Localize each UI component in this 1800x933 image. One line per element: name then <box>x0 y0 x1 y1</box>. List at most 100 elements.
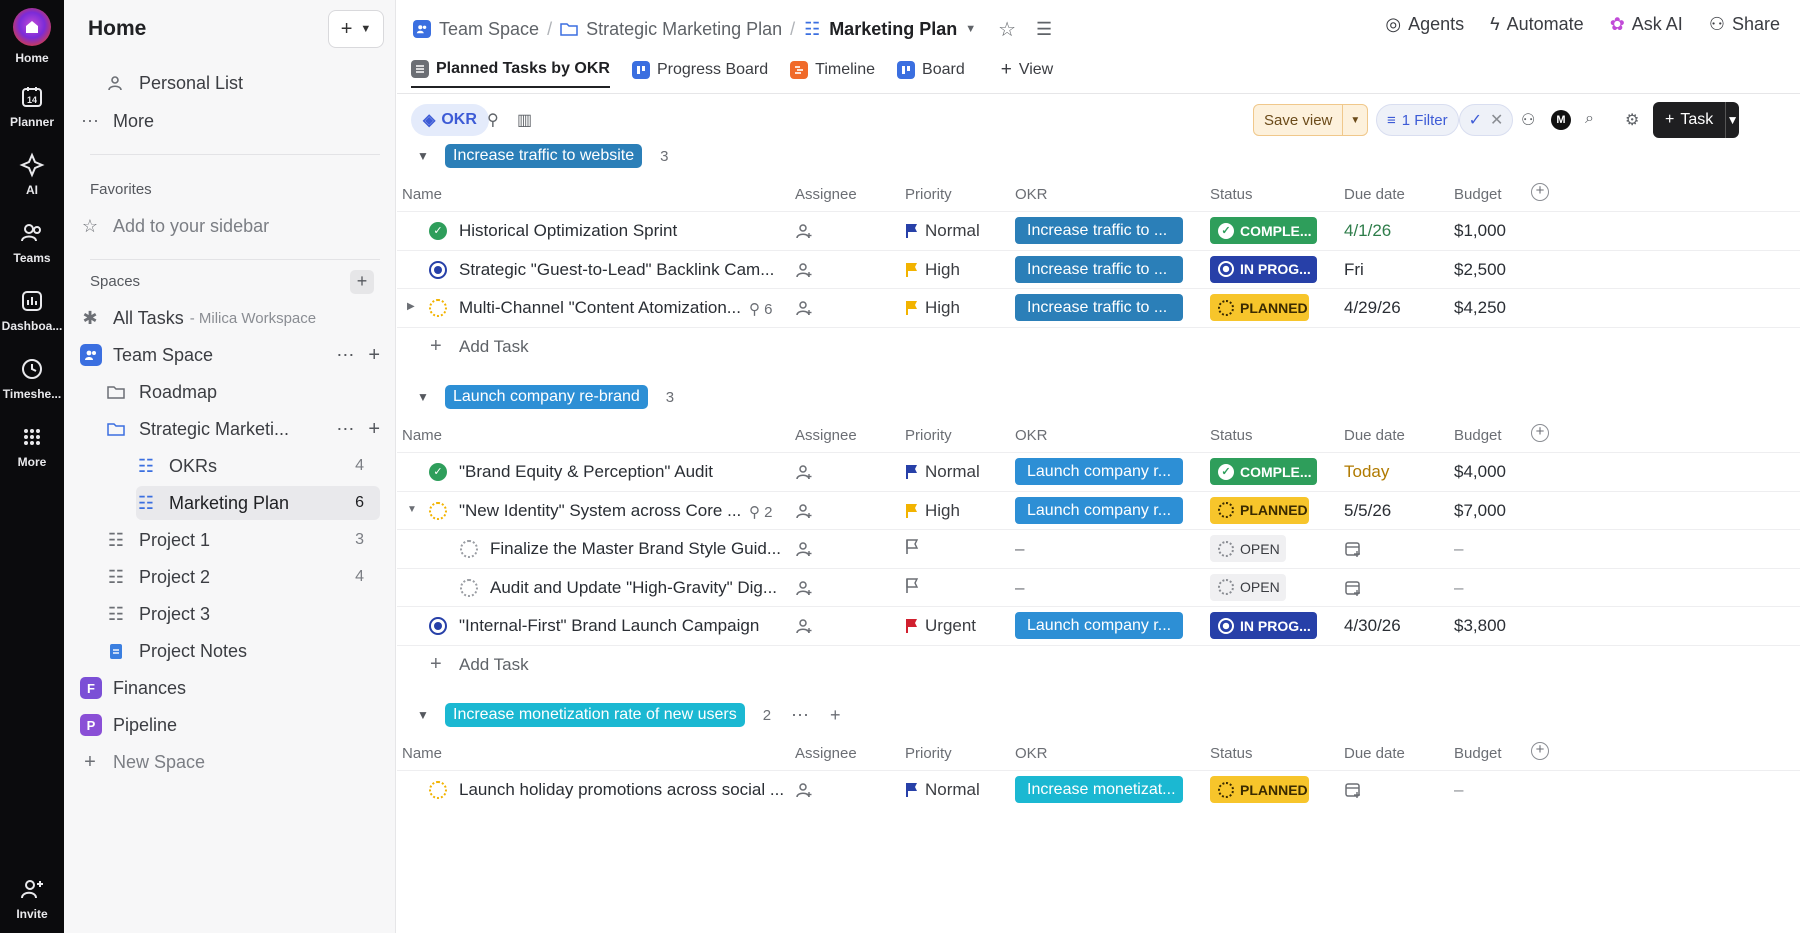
table-row[interactable]: ✓ "Brand Equity & Perception" Audit Normal… <box>397 452 1800 490</box>
task-name[interactable]: Finalize the Master Brand Style Guid... <box>490 539 781 559</box>
priority-cell[interactable]: High <box>905 298 960 318</box>
subtasks-icon[interactable]: ⚲ <box>487 110 499 130</box>
table-row[interactable]: ▼ "New Identity" System across Core ... ⚲ … <box>397 490 1800 529</box>
due-date[interactable]: Fri <box>1344 260 1364 280</box>
sidebar-item-more[interactable]: ⋯ More <box>80 104 380 138</box>
task-name[interactable]: Audit and Update "High-Gravity" Dig... <box>490 578 777 598</box>
chevron-down-icon[interactable]: ▼ <box>1726 113 1739 127</box>
status-circle-icon[interactable] <box>429 617 447 635</box>
share-button[interactable]: ⚇ Share <box>1709 14 1780 35</box>
add-to-sidebar[interactable]: ☆ Add to your sidebar <box>80 209 380 243</box>
due-date[interactable] <box>1344 540 1362 563</box>
calendar-add-icon[interactable] <box>1344 781 1362 799</box>
budget-value[interactable]: – <box>1454 780 1463 800</box>
rail-invite[interactable]: Invite <box>0 876 64 921</box>
due-date[interactable] <box>1344 781 1362 804</box>
status-circle-icon[interactable] <box>460 578 478 597</box>
table-row[interactable]: ▶ Multi-Channel "Content Atomization... ⚲ … <box>397 288 1800 326</box>
column-assignee[interactable]: Assignee <box>795 186 857 203</box>
assignee-add-icon[interactable] <box>795 299 813 322</box>
column-status[interactable]: Status <box>1210 427 1253 444</box>
filter-button[interactable]: ≡ 1 Filter <box>1376 104 1459 136</box>
budget-value[interactable]: $7,000 <box>1454 501 1506 521</box>
assignee-add-icon[interactable] <box>795 781 813 804</box>
sidebar-item-new-space[interactable]: + New Space <box>80 745 380 779</box>
column-assignee[interactable]: Assignee <box>795 745 857 762</box>
budget-value[interactable]: $2,500 <box>1454 260 1506 280</box>
sidebar-item-team-space[interactable]: Team Space ⋯ + <box>80 338 380 372</box>
ellipsis-icon[interactable]: ⋯ <box>791 705 810 726</box>
caret-down-icon[interactable]: ▼ <box>417 149 433 163</box>
sidebar-item-project-notes[interactable]: Project Notes <box>106 634 380 668</box>
priority-cell[interactable]: Normal <box>905 780 980 800</box>
rail-timesheets[interactable]: Timeshe... <box>0 356 64 401</box>
ask-ai-button[interactable]: ✿ Ask AI <box>1610 14 1683 35</box>
okr-tag[interactable]: Increase traffic to ... <box>1015 255 1183 283</box>
priority-cell[interactable] <box>905 539 919 555</box>
column-priority[interactable]: Priority <box>905 427 952 444</box>
automate-button[interactable]: ϟ Automate <box>1490 14 1584 35</box>
okr-tag[interactable]: Launch company r... <box>1015 612 1183 639</box>
column-budget[interactable]: Budget <box>1454 427 1502 444</box>
sidebar-item-project2[interactable]: ☷ Project 2 4 <box>106 560 380 594</box>
column-budget[interactable]: Budget <box>1454 745 1502 762</box>
status-badge[interactable]: ✓ COMPLE... <box>1210 458 1317 485</box>
okr-tag[interactable]: Launch company r... <box>1015 458 1183 485</box>
subtask-count[interactable]: ⚲ 2 <box>749 503 773 521</box>
save-view-button[interactable]: Save view ▼ <box>1253 104 1369 136</box>
status-badge[interactable]: ✓ COMPLE... <box>1210 217 1317 244</box>
status-circle-icon[interactable] <box>460 540 478 558</box>
add-column-icon[interactable]: + <box>1531 183 1549 201</box>
search-icon[interactable]: ⌕ <box>1585 110 1594 128</box>
breadcrumb-team-space[interactable]: Team Space <box>439 19 539 40</box>
okr-tag[interactable]: Increase monetizat... <box>1015 776 1183 803</box>
status-badge[interactable]: OPEN <box>1210 535 1286 562</box>
subtask-count[interactable]: ⚲ 6 <box>749 300 773 318</box>
okr-tag[interactable]: Launch company r... <box>1015 496 1183 524</box>
status-badge[interactable]: IN PROG... <box>1210 612 1317 639</box>
settings-icon[interactable]: ⚙ <box>1625 110 1639 130</box>
column-status[interactable]: Status <box>1210 745 1253 762</box>
avatar[interactable]: M <box>1551 110 1571 130</box>
table-row[interactable]: "Internal-First" Brand Launch Campaign Ur… <box>397 606 1800 644</box>
add-column-icon[interactable]: + <box>1531 424 1549 442</box>
table-row[interactable]: Audit and Update "High-Gravity" Dig... – O… <box>397 567 1800 606</box>
closed-filter-pill[interactable]: ✓ ✕ <box>1459 104 1513 136</box>
table-row[interactable]: Finalize the Master Brand Style Guid... –… <box>397 529 1800 567</box>
column-due[interactable]: Due date <box>1344 186 1405 203</box>
assignee-icon[interactable]: ⚇ <box>1521 110 1535 130</box>
assignee-add-icon[interactable] <box>795 502 813 525</box>
sidebar-item-personal-list[interactable]: Personal List <box>106 66 380 100</box>
priority-cell[interactable]: High <box>905 501 960 521</box>
breadcrumb-strategic[interactable]: Strategic Marketing Plan <box>586 19 782 40</box>
rail-planner[interactable]: 14 Planner <box>0 84 64 129</box>
assignee-add-icon[interactable] <box>795 222 813 245</box>
assignee-add-icon[interactable] <box>795 617 813 640</box>
rail-teams[interactable]: Teams <box>0 220 64 265</box>
status-badge[interactable]: PLANNED <box>1210 294 1309 321</box>
group-header[interactable]: ▼ Increase traffic to website 3 <box>417 142 668 170</box>
tab-board[interactable]: Board <box>897 52 965 88</box>
table-row[interactable]: Strategic "Guest-to-Lead" Backlink Cam..… <box>397 249 1800 288</box>
rail-dashboards[interactable]: Dashboa... <box>0 288 64 333</box>
tab-timeline[interactable]: Timeline <box>790 52 875 88</box>
assignee-add-icon[interactable] <box>795 579 813 602</box>
add-task-button[interactable]: + Task ▼ <box>1653 102 1739 138</box>
tab-progress-board[interactable]: Progress Board <box>631 52 768 88</box>
column-okr[interactable]: OKR <box>1015 186 1048 203</box>
column-name[interactable]: Name <box>402 186 442 203</box>
status-circle-icon[interactable] <box>429 299 447 317</box>
agents-button[interactable]: ◎ Agents <box>1385 14 1464 35</box>
task-name[interactable]: "Brand Equity & Perception" Audit <box>459 462 713 482</box>
budget-value[interactable]: $4,250 <box>1454 298 1506 318</box>
task-name[interactable]: Launch holiday promotions across social … <box>459 780 784 800</box>
priority-cell[interactable]: Normal <box>905 462 980 482</box>
sidebar-item-project3[interactable]: ☷ Project 3 <box>106 597 380 631</box>
due-date[interactable]: 4/30/26 <box>1344 616 1401 636</box>
assignee-add-icon[interactable] <box>795 540 813 563</box>
column-okr[interactable]: OKR <box>1015 745 1048 762</box>
column-due[interactable]: Due date <box>1344 427 1405 444</box>
group-header[interactable]: ▼ Increase monetization rate of new users… <box>417 701 842 729</box>
menu-icon[interactable]: ☰ <box>1036 19 1052 40</box>
budget-value[interactable]: – <box>1454 539 1463 559</box>
